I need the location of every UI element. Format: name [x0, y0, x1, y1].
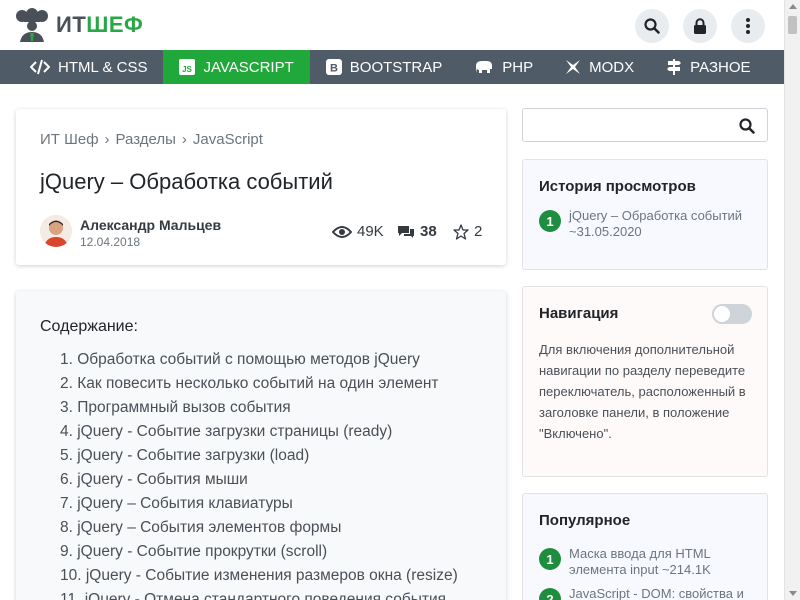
favorites-count[interactable]: 2 [453, 223, 482, 240]
navigation-panel: Навигация Для включения дополнительной н… [522, 286, 768, 477]
nav-item-label: BOOTSTRAP [349, 58, 443, 76]
chef-logo-icon [14, 8, 50, 42]
item-number-badge: 1 [539, 210, 561, 232]
comments-value: 38 [420, 223, 437, 240]
comments-count[interactable]: 38 [397, 223, 437, 240]
author-name[interactable]: Александр Мальцев [80, 217, 221, 233]
nav-item-modx[interactable]: MODX [549, 50, 650, 84]
nav-item-label: РАЗНОЕ [690, 58, 751, 76]
svg-text:B: B [330, 63, 338, 75]
breadcrumb-item-sections[interactable]: Разделы [116, 131, 176, 148]
sidebar-search-input[interactable] [522, 108, 768, 142]
logo-text: ИТШЕФ [56, 12, 143, 38]
eye-icon [332, 225, 352, 238]
author-photo-icon [40, 215, 72, 247]
navigation-title: Навигация [539, 305, 619, 322]
popular-item[interactable]: 2 JavaScript - DOM: свойства и методы [539, 586, 759, 600]
toc-item[interactable]: 8. jQuery – События элементов формы [60, 516, 458, 540]
item-number-badge: 1 [539, 548, 561, 570]
modx-icon [566, 60, 581, 74]
toc-list: 1. Обработка событий с помощью методов j… [60, 348, 458, 600]
bootstrap-icon: B [325, 59, 342, 75]
toc-item[interactable]: 6. jQuery - События мыши [60, 468, 458, 492]
star-icon [453, 223, 469, 240]
chevron-right-icon: › [181, 131, 187, 148]
page-title: jQuery – Обработка событий [40, 169, 333, 194]
item-number-badge: 2 [539, 588, 561, 600]
nav-item-php[interactable]: PHP [458, 50, 549, 84]
popular-item-text[interactable]: Маска ввода для HTML элемента input ~214… [569, 546, 759, 578]
toc-item[interactable]: 10. jQuery - Событие изменения размеров … [60, 564, 458, 588]
signpost-icon [667, 59, 682, 75]
login-button[interactable] [683, 9, 717, 43]
toc-item[interactable]: 2. Как повесить несколько событий на оди… [60, 372, 458, 396]
scroll-thumb[interactable] [788, 16, 797, 34]
toc-item[interactable]: 7. jQuery – События клавиатуры [60, 492, 458, 516]
views-count: 49K [332, 223, 384, 240]
logo-text-part1: ИТ [56, 12, 87, 37]
popular-item-text[interactable]: JavaScript - DOM: свойства и методы [569, 586, 759, 600]
favorites-value: 2 [474, 223, 483, 240]
main-nav: HTML & CSS JS JAVASCRIPT B BOOTSTRAP PHP… [0, 50, 784, 84]
code-icon [30, 59, 50, 75]
nav-item-html-css[interactable]: HTML & CSS [0, 50, 163, 84]
site-logo[interactable]: ИТШЕФ [14, 8, 143, 42]
author-avatar[interactable] [40, 215, 72, 247]
scroll-up-arrow-icon[interactable] [789, 4, 797, 9]
nav-item-label: PHP [502, 58, 534, 76]
elephant-icon [476, 61, 493, 73]
popular-panel: Популярное 1 Маска ввода для HTML элемен… [522, 493, 768, 600]
history-title: История просмотров [539, 178, 696, 195]
breadcrumb: ИТ Шеф › Разделы › JavaScript [40, 131, 263, 148]
nav-item-bootstrap[interactable]: B BOOTSTRAP [310, 50, 459, 84]
toc-item[interactable]: 3. Программный вызов события [60, 396, 458, 420]
search-button[interactable] [635, 9, 669, 43]
svg-text:JS: JS [183, 65, 193, 74]
nav-item-misc[interactable]: РАЗНОЕ [650, 50, 766, 84]
search-icon[interactable] [739, 118, 755, 134]
navigation-toggle[interactable] [712, 304, 752, 324]
navigation-description: Для включения дополнительной навигации п… [539, 342, 746, 441]
views-value: 49K [357, 223, 384, 240]
breadcrumb-item-javascript[interactable]: JavaScript [193, 131, 263, 148]
logo-text-part2: ШЕФ [86, 12, 144, 37]
popular-title: Популярное [539, 512, 631, 529]
js-icon: JS [179, 59, 196, 75]
toc-item[interactable]: 11. jQuery - Отмена стандартного поведен… [60, 588, 458, 600]
toc-item[interactable]: 1. Обработка событий с помощью методов j… [60, 348, 458, 372]
kebab-menu-icon [746, 18, 750, 34]
table-of-contents-card: Содержание: 1. Обработка событий с помощ… [16, 291, 506, 600]
toggle-knob [714, 306, 730, 322]
history-item-text[interactable]: jQuery – Обработка событий ~31.05.2020 [569, 208, 759, 240]
publish-date: 12.04.2018 [80, 235, 141, 249]
search-icon [644, 18, 660, 34]
toc-item[interactable]: 4. jQuery - Событие загрузки страницы (r… [60, 420, 458, 444]
toc-title: Содержание: [40, 318, 138, 335]
popular-item[interactable]: 1 Маска ввода для HTML элемента input ~2… [539, 546, 759, 578]
toc-item[interactable]: 9. jQuery - Событие прокрутки (scroll) [60, 540, 458, 564]
more-menu-button[interactable] [731, 9, 765, 43]
nav-item-javascript[interactable]: JS JAVASCRIPT [163, 50, 310, 84]
toc-item[interactable]: 5. jQuery - Событие загрузки (load) [60, 444, 458, 468]
lock-icon [694, 18, 706, 34]
history-item[interactable]: 1 jQuery – Обработка событий ~31.05.2020 [539, 208, 759, 240]
nav-item-label: MODX [589, 58, 635, 76]
comments-icon [398, 226, 414, 238]
site-header: ИТШЕФ [0, 0, 784, 50]
chevron-right-icon: › [104, 131, 110, 148]
history-panel: История просмотров 1 jQuery – Обработка … [522, 159, 768, 270]
nav-item-label: JAVASCRIPT [203, 58, 294, 76]
nav-item-label: HTML & CSS [58, 58, 148, 76]
scroll-down-arrow-icon[interactable] [789, 591, 797, 596]
breadcrumb-item-home[interactable]: ИТ Шеф [40, 131, 99, 148]
article-header-card: ИТ Шеф › Разделы › JavaScript jQuery – О… [16, 109, 506, 265]
page-scrollbar[interactable] [784, 0, 800, 600]
